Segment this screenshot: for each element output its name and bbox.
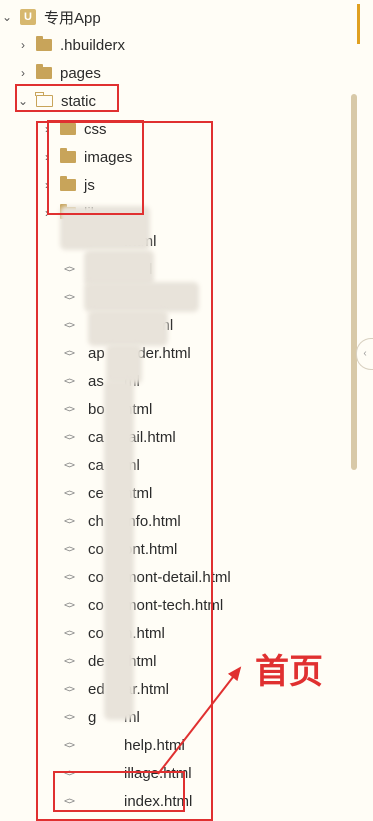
scrollbar-thumb[interactable] [351, 94, 357, 470]
annotation-label: 首页 [255, 652, 323, 692]
file-explorer: ⌄ U 专用App › .hbuilderx › pages ⌄ static … [0, 0, 373, 821]
annotation-arrow-icon [157, 666, 242, 775]
scroll-marker [357, 4, 360, 44]
